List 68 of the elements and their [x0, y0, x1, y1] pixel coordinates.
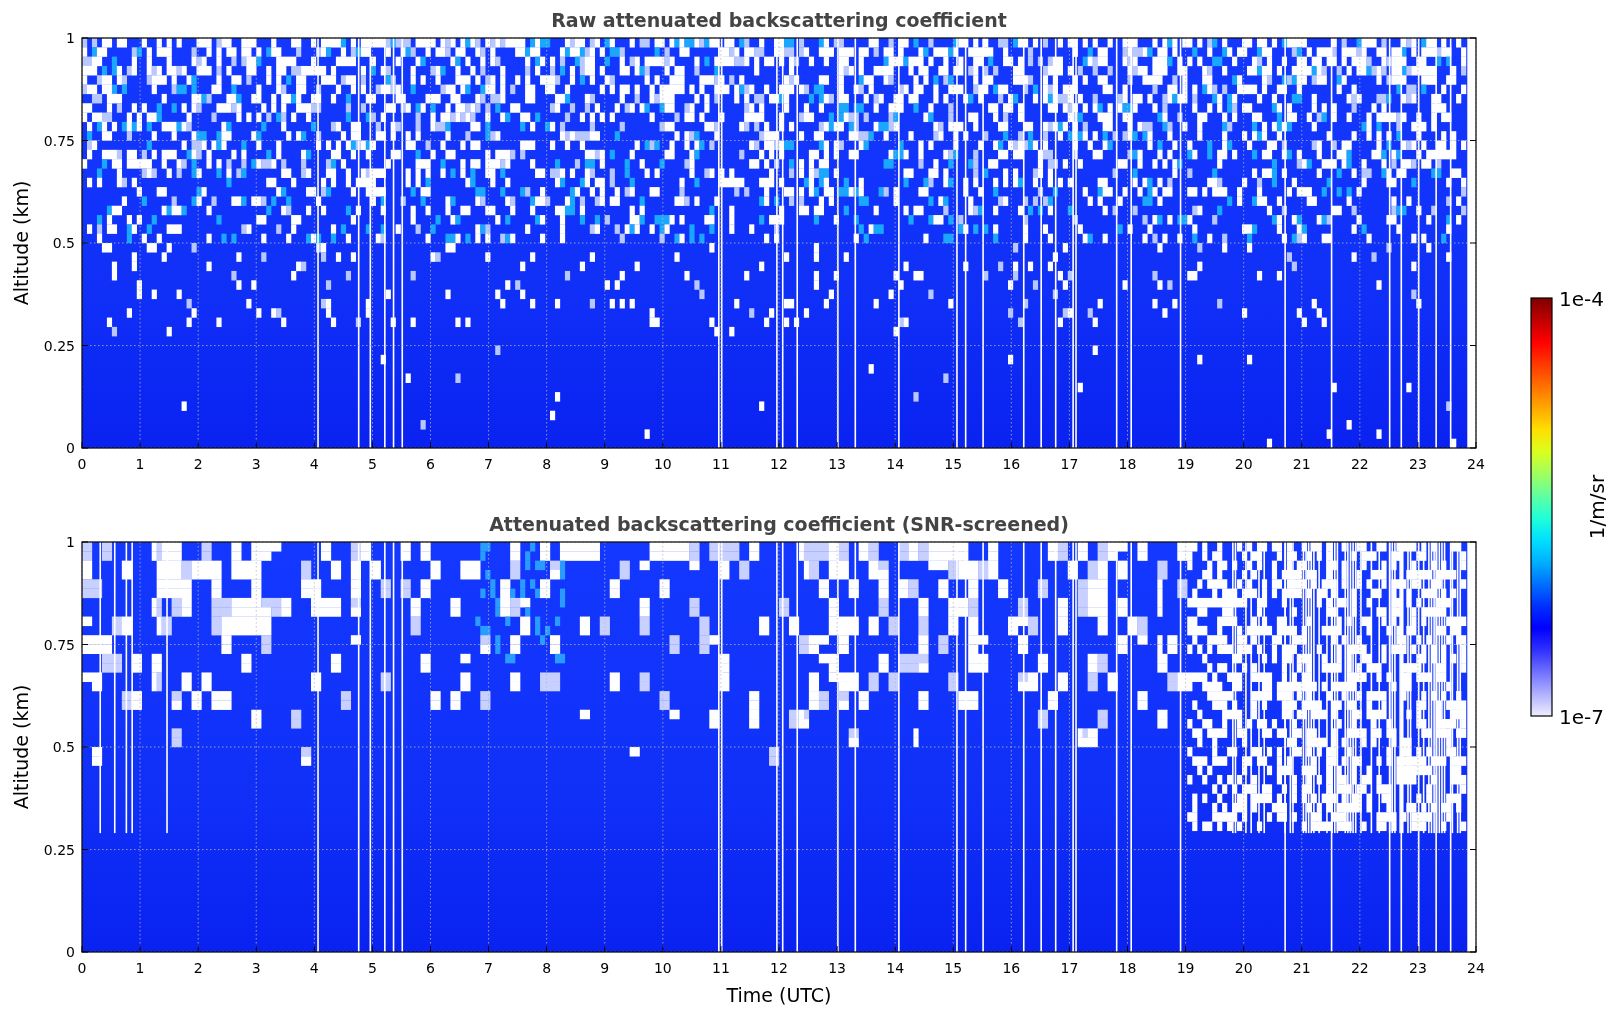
chart-title: Attenuated backscattering coefficient (SNR-screened): [489, 513, 1069, 535]
axis-title: Altitude (km): [10, 684, 32, 810]
tick-label: 21: [1292, 960, 1311, 976]
tick-label: 22: [1350, 960, 1369, 976]
tick-label: 9: [600, 960, 610, 976]
tick-label: 14: [886, 456, 905, 472]
tick-label: 0: [77, 456, 87, 472]
tick-label: 23: [1409, 960, 1427, 976]
tick-label: 13: [828, 456, 846, 472]
tick-label: 18: [1118, 456, 1137, 472]
tick-label: 1: [66, 30, 75, 46]
tick-label: 15: [944, 456, 963, 472]
tick-label: 9: [600, 456, 610, 472]
tick-label: 3: [251, 456, 261, 472]
tick-label: 12: [770, 456, 788, 472]
tick-label: 17: [1060, 456, 1079, 472]
tick-label: 8: [542, 456, 552, 472]
tick-label: 19: [1176, 960, 1195, 976]
tick-label: 0: [66, 440, 75, 456]
tick-label: 0.25: [43, 841, 75, 858]
axis-title: Time (UTC): [726, 984, 832, 1006]
tick-label: 6: [426, 456, 435, 472]
tick-label: 8: [542, 960, 552, 976]
tick-label: 15: [944, 960, 963, 976]
tick-label: 4: [309, 960, 319, 976]
tick-label: 16: [1002, 960, 1021, 976]
tick-label: 19: [1176, 456, 1195, 472]
tick-label: 3: [251, 960, 261, 976]
tick-label: 23: [1409, 456, 1427, 472]
tick-label: 5: [367, 456, 377, 472]
tick-label: 20: [1234, 960, 1253, 976]
tick-label: 14: [886, 960, 905, 976]
tick-label: 1: [135, 456, 145, 472]
tick-label: 2: [193, 456, 203, 472]
tick-label: 10: [653, 960, 672, 976]
tick-label: 22: [1350, 456, 1369, 472]
tick-label: 24: [1467, 960, 1485, 976]
chart-title: Raw attenuated backscattering coefficient: [551, 9, 1007, 31]
tick-label: 1: [66, 534, 75, 550]
tick-label: 0.75: [43, 636, 75, 653]
tick-label: 7: [484, 456, 494, 472]
tick-label: 17: [1060, 960, 1079, 976]
tick-label: 1: [135, 960, 145, 976]
tick-label: 24: [1467, 456, 1485, 472]
tick-label: 0: [66, 944, 75, 960]
colorbar-max-label: 1e-4: [1559, 287, 1604, 311]
tick-label: 6: [426, 960, 435, 976]
tick-label: 0.75: [43, 132, 75, 149]
tick-label: 11: [712, 456, 730, 472]
colorbar-min-label: 1e-7: [1559, 705, 1604, 729]
colorbar-title: 1/m/sr: [1585, 474, 1609, 540]
tick-label: 5: [367, 960, 377, 976]
tick-label: 0.25: [43, 337, 75, 354]
tick-label: 0.5: [52, 739, 75, 755]
tick-label: 13: [828, 960, 846, 976]
axis-title: Altitude (km): [10, 180, 32, 306]
tick-label: 16: [1002, 456, 1021, 472]
tick-label: 11: [712, 960, 730, 976]
tick-label: 10: [653, 456, 672, 472]
tick-label: 21: [1292, 456, 1311, 472]
tick-label: 0: [77, 960, 87, 976]
tick-label: 7: [484, 960, 494, 976]
tick-label: 0.5: [52, 235, 75, 251]
tick-label: 2: [193, 960, 203, 976]
tick-label: 4: [309, 456, 319, 472]
tick-label: 12: [770, 960, 788, 976]
tick-label: 20: [1234, 456, 1253, 472]
tick-label: 18: [1118, 960, 1137, 976]
